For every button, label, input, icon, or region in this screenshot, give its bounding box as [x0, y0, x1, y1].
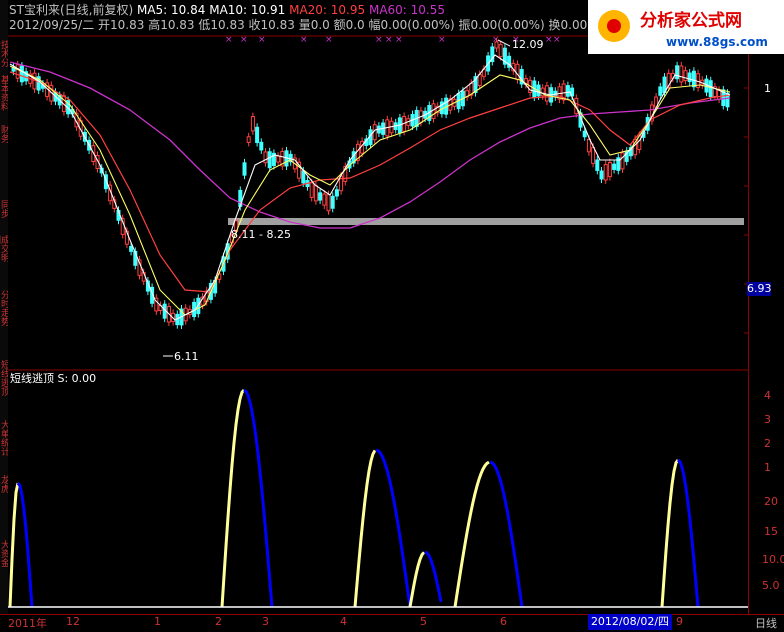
- ind-tick-3: 1: [764, 461, 771, 474]
- candle-body: [19, 65, 24, 83]
- candle-body: [259, 141, 264, 151]
- ind-tick-7: 5.0: [762, 579, 780, 592]
- current-price-tag: 6.93: [747, 282, 772, 296]
- time-label-7: 6: [500, 615, 507, 628]
- indicator-rise-3: [408, 551, 426, 608]
- candle-body: [267, 151, 272, 169]
- chart-canvas: × × × × × × × × × × × × × 12.09 8.11 - 8.25 6.11…: [8, 35, 748, 608]
- candle-body: [326, 194, 331, 212]
- indicator-title: 短线逃顶 S: 0.00: [10, 371, 96, 385]
- day-line-tab[interactable]: 日线: [755, 615, 777, 631]
- ma20-line: [9, 71, 731, 293]
- candle-body: [301, 170, 306, 184]
- ind-tick-0: 4: [764, 389, 771, 402]
- logo-text: 分析家公式网: [640, 10, 742, 31]
- support-zone-bar: [228, 218, 744, 225]
- candlesticks: [11, 37, 730, 329]
- candle-body: [599, 170, 604, 180]
- candle-body: [263, 151, 268, 164]
- candle-body: [586, 138, 591, 153]
- indicator-rise-5: [660, 459, 680, 608]
- candle-body: [250, 116, 255, 132]
- indicator-fall-1: [243, 388, 274, 608]
- candle-body: [255, 126, 260, 144]
- candle-body: [276, 155, 281, 163]
- time-label-5: 4: [340, 615, 347, 628]
- indicator-rise-1: [220, 388, 246, 608]
- candle-body: [15, 64, 20, 79]
- candle-body: [683, 70, 688, 82]
- ma5-line: [9, 54, 731, 321]
- candle-body: [687, 72, 692, 83]
- candle-body: [318, 192, 323, 201]
- time-label-9: 9: [676, 615, 683, 628]
- indicator-rise-4: [453, 460, 490, 608]
- candle-body: [129, 246, 134, 252]
- candle-body: [544, 85, 549, 102]
- candle-body: [246, 136, 251, 143]
- ind-tick-4: 20: [764, 495, 778, 508]
- svg-text:×: ×: [553, 35, 561, 45]
- zone-annotation: 8.11 - 8.25: [231, 228, 291, 241]
- logo-url: www.88gs.com: [666, 35, 768, 49]
- candle-body: [313, 185, 318, 202]
- ind-tick-6: 10.0: [762, 553, 784, 566]
- candle-body: [565, 85, 570, 97]
- candle-body: [431, 103, 436, 120]
- candle-body: [309, 182, 314, 198]
- time-label-3: 2: [215, 615, 222, 628]
- svg-text:×: ×: [258, 35, 266, 45]
- candle-body: [717, 89, 722, 100]
- candle-body: [330, 195, 335, 209]
- svg-text:×: ×: [385, 35, 393, 45]
- ind-tick-2: 2: [764, 437, 771, 450]
- svg-text:×: ×: [240, 35, 248, 45]
- time-label-4: 3: [262, 615, 269, 628]
- indicator-fall-2: [375, 448, 412, 608]
- indicator-fall-0: [16, 482, 34, 608]
- svg-text:×: ×: [375, 35, 383, 45]
- ind-tick-5: 15: [764, 525, 778, 538]
- candle-body: [595, 159, 600, 171]
- indicator-fall-4: [489, 460, 524, 608]
- low-annotation: 6.11: [174, 350, 199, 363]
- candle-body: [675, 65, 680, 80]
- site-logo: 分析家公式网 www.88gs.com: [588, 0, 784, 54]
- indicator-fall-5: [676, 458, 700, 608]
- indicator-rise-2: [353, 449, 377, 608]
- candle-body: [679, 65, 684, 83]
- candle-body: [242, 162, 247, 176]
- indicator-fall-3: [424, 550, 443, 603]
- ind-tick-1: 3: [764, 413, 771, 426]
- svg-text:×: ×: [300, 35, 308, 45]
- svg-text:×: ×: [325, 35, 333, 45]
- indicator-rise-0: [8, 482, 20, 608]
- time-label-0: 2011年: [8, 617, 47, 630]
- price-marker: 1: [764, 82, 771, 95]
- indicator-curves: [8, 388, 700, 608]
- candle-body: [498, 44, 503, 58]
- time-label-1: 12: [66, 615, 80, 628]
- candle-body: [612, 163, 617, 170]
- candle-body: [582, 130, 587, 138]
- svg-text:×: ×: [395, 35, 403, 45]
- candle-body: [334, 189, 339, 197]
- high-annotation: 12.09: [512, 38, 544, 51]
- candle-body: [603, 164, 608, 181]
- candle-body: [607, 161, 612, 178]
- time-label-2: 1: [154, 615, 161, 628]
- candle-body: [691, 70, 696, 88]
- candle-body: [658, 86, 663, 96]
- candle-body: [322, 193, 327, 206]
- candle-body: [620, 152, 625, 170]
- svg-text:×: ×: [545, 35, 553, 45]
- svg-text:×: ×: [225, 35, 233, 45]
- candle-body: [591, 146, 596, 164]
- candle-body: [494, 41, 499, 49]
- candle-body: [515, 63, 520, 80]
- svg-text:×: ×: [438, 35, 446, 45]
- candle-body: [708, 80, 713, 98]
- cursor-date-box: 2012/08/02/四: [588, 614, 672, 630]
- time-label-6: 5: [420, 615, 427, 628]
